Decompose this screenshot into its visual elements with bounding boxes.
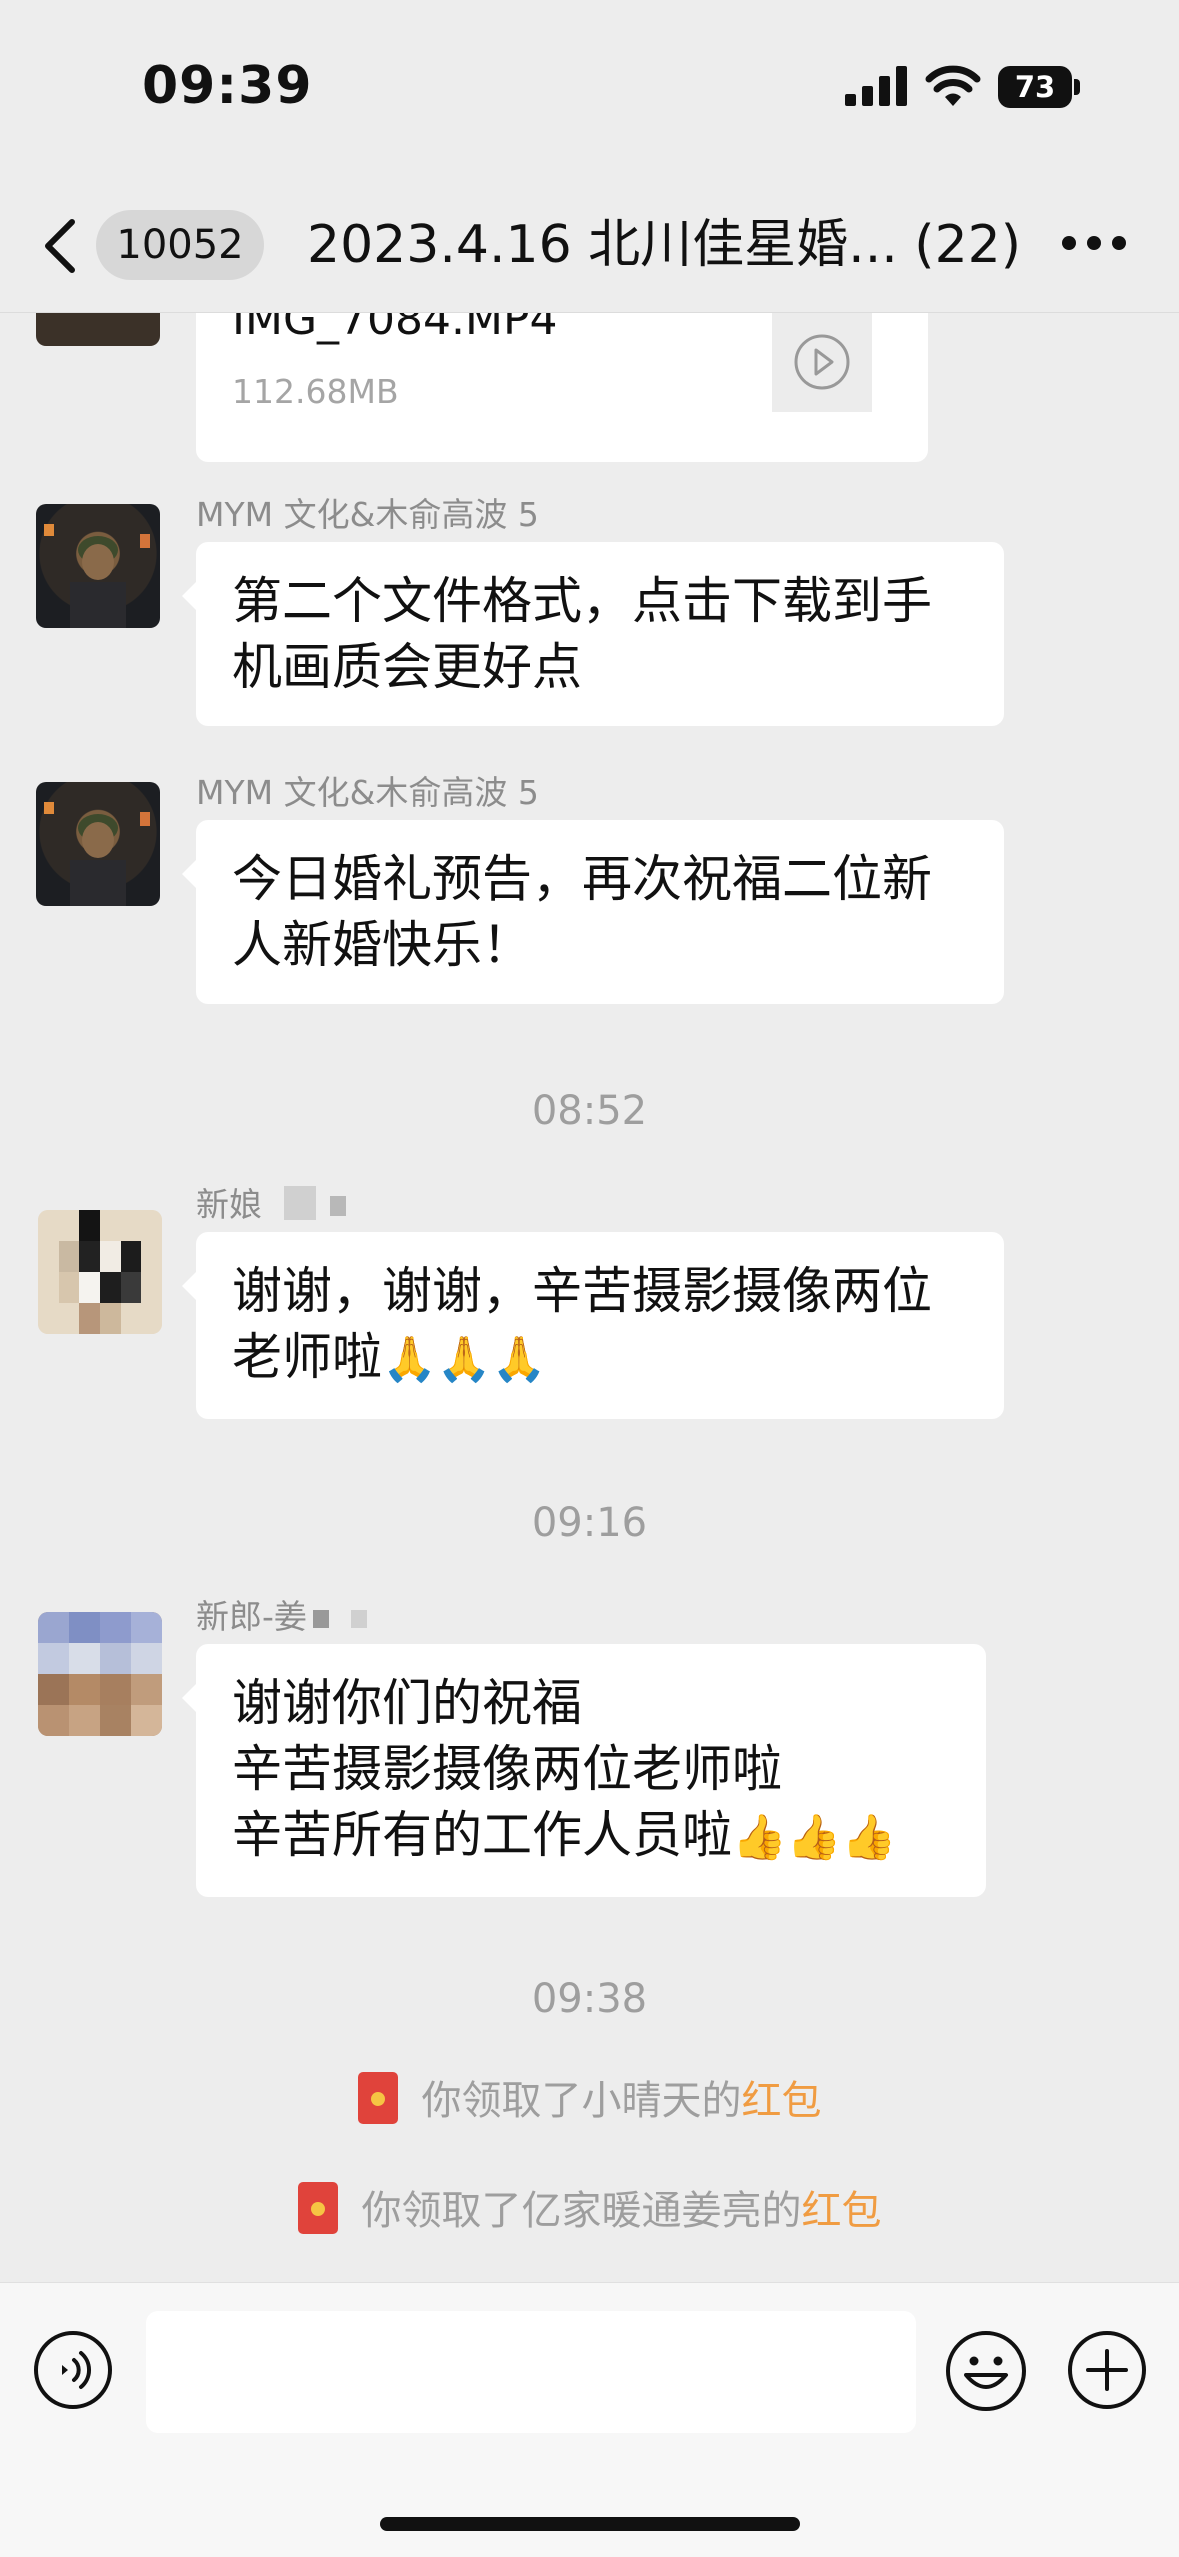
avatar-image: [38, 1612, 162, 1736]
chat-header: 10052 2023.4.16 北川佳星婚... (22): [0, 170, 1179, 313]
message-list[interactable]: IMG_7084.MP4 112.68MB MYM 文化&木俞高波 5 第二个文…: [0, 312, 1179, 2282]
message-text: 辛苦所有的工作人员啦: [232, 1806, 732, 1864]
message-text: 辛苦摄影摄像两位老师啦: [232, 1740, 782, 1798]
avatar[interactable]: [36, 782, 160, 906]
sender-name: 新郎-姜: [196, 1590, 367, 1638]
more-options-icon[interactable]: [1062, 232, 1126, 256]
red-packet-link[interactable]: 红包: [742, 2078, 822, 2124]
message-text: 人新婚快乐！: [232, 916, 532, 974]
home-indicator: [380, 2517, 800, 2531]
red-packet-icon: [357, 2072, 398, 2124]
message-bubble[interactable]: 第二个文件格式，点击下载到手 机画质会更好点: [182, 542, 1004, 726]
battery-level: 73: [998, 66, 1072, 108]
file-name: IMG_7084.MP4: [232, 312, 558, 345]
pray-emoji: 🙏🙏🙏: [382, 1334, 547, 1385]
message-text: 老师啦: [232, 1328, 382, 1386]
avatar[interactable]: [36, 312, 160, 346]
message-input[interactable]: [146, 2311, 916, 2433]
sender-name: 新娘: [196, 1178, 346, 1226]
message-bubble[interactable]: 谢谢你们的祝福 辛苦摄影摄像两位老师啦 辛苦所有的工作人员啦👍👍👍: [182, 1644, 986, 1897]
message-text: 今日婚礼预告，再次祝福二位新: [232, 850, 932, 908]
message-text: 谢谢你们的祝福: [232, 1674, 582, 1732]
sender-name-text: 新娘: [196, 1185, 262, 1224]
timestamp: 09:38: [531, 1976, 648, 2022]
emoji-icon[interactable]: [944, 2329, 1028, 2413]
avatar-image: [44, 524, 150, 628]
input-bar: [0, 2282, 1179, 2557]
avatar[interactable]: [36, 504, 160, 628]
avatar-image: [44, 802, 150, 906]
red-packet-icon: [297, 2182, 338, 2234]
red-packet-notice[interactable]: 你领取了小晴天的红包: [0, 2068, 1179, 2126]
chat-title: 2023.4.16 北川佳星婚... (22): [307, 215, 1022, 275]
message-bubble[interactable]: 谢谢，谢谢，辛苦摄影摄像两位 老师啦🙏🙏🙏: [182, 1232, 1004, 1419]
red-packet-notice[interactable]: 你领取了亿家暖通姜亮的红包: [0, 2178, 1179, 2236]
plus-icon[interactable]: [1066, 2329, 1148, 2411]
wifi-icon: [925, 65, 981, 106]
file-size: 112.68MB: [232, 372, 399, 411]
unread-count-badge[interactable]: 10052: [96, 210, 264, 280]
message-text: 第二个文件格式，点击下载到手: [232, 572, 932, 630]
redacted-name-mosaic: [284, 1186, 316, 1220]
file-message[interactable]: IMG_7084.MP4 112.68MB: [196, 312, 928, 462]
thumbs-up-emoji: 👍👍👍: [732, 1812, 897, 1863]
battery-indicator: 73: [998, 66, 1080, 108]
timestamp: 08:52: [531, 1088, 648, 1134]
red-packet-notice-text: 你领取了亿家暖通姜亮的: [361, 2188, 802, 2234]
timestamp: 09:16: [531, 1500, 648, 1546]
avatar[interactable]: [38, 1210, 162, 1334]
sender-name-text: 新郎-姜: [196, 1597, 307, 1636]
play-icon: [794, 334, 850, 390]
red-packet-notice-text: 你领取了小晴天的: [421, 2078, 742, 2124]
status-time: 09:39: [142, 56, 313, 116]
message-bubble[interactable]: 今日婚礼预告，再次祝福二位新 人新婚快乐！: [182, 820, 1004, 1004]
avatar-image: [38, 1210, 162, 1334]
redacted-name-mosaic: [312, 1610, 329, 1628]
voice-icon[interactable]: [32, 2329, 114, 2411]
back-chevron-icon[interactable]: [40, 218, 80, 274]
status-bar: 09:39 73: [0, 0, 1179, 170]
cellular-signal-icon: [845, 66, 907, 106]
sender-name: MYM 文化&木俞高波 5: [196, 773, 539, 812]
message-text: 机画质会更好点: [232, 638, 582, 696]
sender-name: MYM 文化&木俞高波 5: [196, 495, 539, 534]
video-thumbnail: [772, 312, 872, 412]
avatar[interactable]: [38, 1612, 162, 1736]
message-text: 谢谢，谢谢，辛苦摄影摄像两位: [232, 1262, 932, 1320]
red-packet-link[interactable]: 红包: [802, 2188, 882, 2234]
